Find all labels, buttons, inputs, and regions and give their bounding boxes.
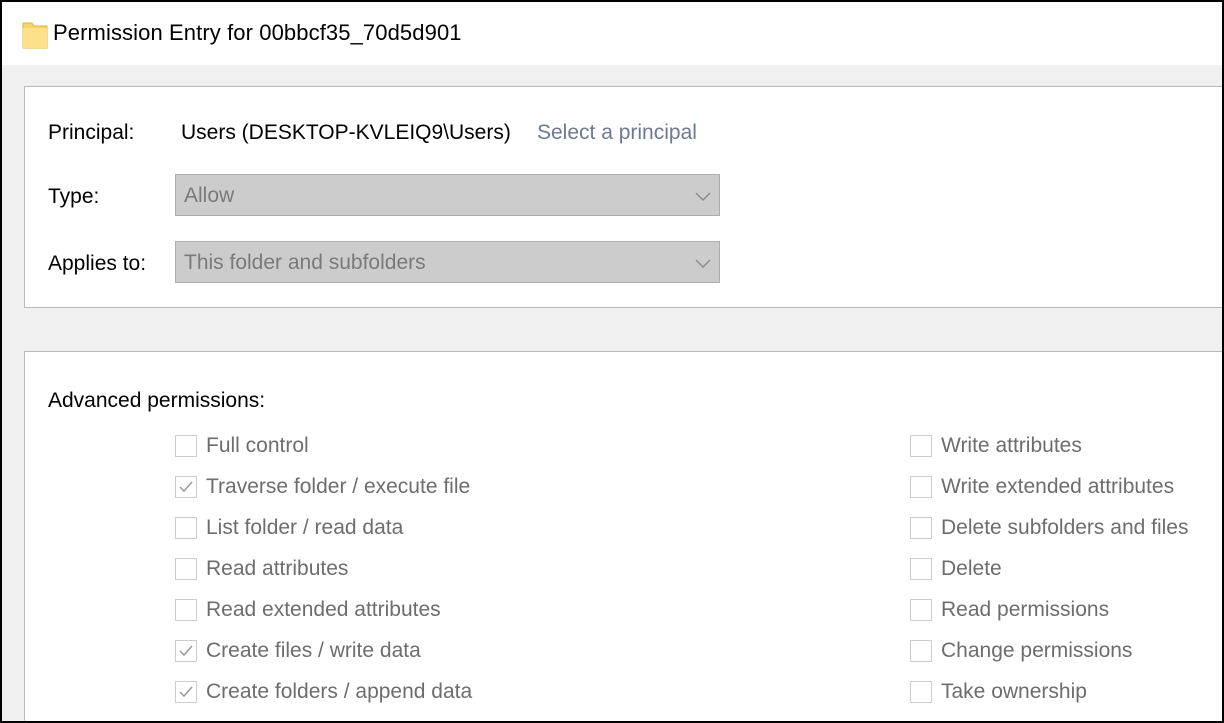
advanced-permissions-panel: Advanced permissions: Full control Traver…: [24, 351, 1222, 721]
permission-checkbox[interactable]: [910, 558, 932, 580]
permission-label: Read extended attributes: [206, 598, 441, 621]
permission-checkbox[interactable]: [175, 435, 197, 457]
checkmark-icon: [179, 686, 193, 698]
permission-checkbox[interactable]: [910, 681, 932, 703]
type-value: Allow: [184, 184, 235, 207]
permission-label: Change permissions: [941, 639, 1133, 662]
permission-label: Delete subfolders and files: [941, 516, 1189, 539]
chevron-down-icon: [695, 256, 711, 268]
permission-label: Read permissions: [941, 598, 1110, 621]
permission-entry-window: Permission Entry for 00bbcf35_70d5d901 P…: [2, 2, 1222, 721]
permission-label: List folder / read data: [206, 516, 404, 539]
select-principal-link[interactable]: Select a principal: [537, 121, 697, 145]
permission-checkbox[interactable]: [910, 476, 932, 498]
permission-checkbox[interactable]: [175, 558, 197, 580]
permission-label: Take ownership: [941, 680, 1087, 703]
window-title: Permission Entry for 00bbcf35_70d5d901: [53, 20, 462, 45]
permission-checkbox[interactable]: [910, 435, 932, 457]
permission-label: Delete: [941, 557, 1002, 580]
principal-value: Users (DESKTOP-KVLEIQ9\Users): [181, 121, 511, 144]
permission-label: Read attributes: [206, 557, 349, 580]
chevron-down-icon: [695, 189, 711, 201]
principal-label: Principal:: [48, 121, 135, 144]
permission-checkbox[interactable]: [910, 640, 932, 662]
applies-to-dropdown[interactable]: This folder and subfolders: [175, 241, 720, 283]
permission-checkbox[interactable]: [910, 599, 932, 621]
folder-icon: [22, 19, 48, 49]
permission-checkbox[interactable]: [175, 681, 197, 703]
applies-to-label: Applies to:: [48, 252, 147, 275]
advanced-permissions-heading: Advanced permissions:: [48, 389, 266, 412]
permission-label: Create folders / append data: [206, 680, 473, 703]
type-dropdown[interactable]: Allow: [175, 174, 720, 216]
checkmark-icon: [179, 481, 193, 493]
title-bar: Permission Entry for 00bbcf35_70d5d901: [2, 2, 1222, 65]
permission-checkbox[interactable]: [175, 476, 197, 498]
permission-checkbox[interactable]: [910, 517, 932, 539]
permission-checkbox[interactable]: [175, 599, 197, 621]
permission-label: Full control: [206, 434, 309, 457]
permission-checkbox[interactable]: [175, 640, 197, 662]
applies-to-value: This folder and subfolders: [184, 251, 426, 274]
type-label: Type:: [48, 185, 100, 208]
permission-label: Write extended attributes: [941, 475, 1175, 498]
principal-panel: Principal: Users (DESKTOP-KVLEIQ9\Users)…: [24, 86, 1222, 308]
permission-label: Write attributes: [941, 434, 1082, 457]
permission-label: Traverse folder / execute file: [206, 475, 471, 498]
checkmark-icon: [179, 645, 193, 657]
permission-label: Create files / write data: [206, 639, 421, 662]
permission-checkbox[interactable]: [175, 517, 197, 539]
